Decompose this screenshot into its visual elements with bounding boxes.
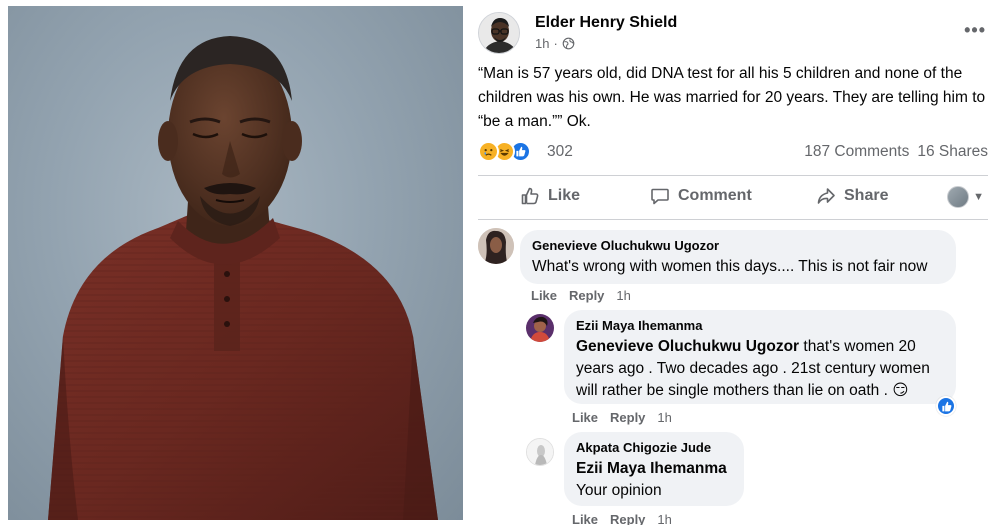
thumbs-up-icon [941, 401, 951, 411]
author-avatar[interactable] [478, 12, 520, 54]
comment-reply: Ezii Maya Ihemanma Genevieve Oluchukwu U… [478, 310, 988, 430]
post-time[interactable]: 1h [535, 36, 549, 51]
comment-time[interactable]: 1h [616, 288, 630, 303]
commenter-avatar[interactable] [478, 228, 514, 264]
comment-bubble: Ezii Maya Ihemanma Genevieve Oluchukwu U… [564, 310, 956, 404]
comment-text: Genevieve Oluchukwu Ugozor that's women … [576, 336, 944, 402]
chevron-down-icon: ▼ [973, 191, 984, 203]
more-icon[interactable]: ••• [964, 20, 986, 41]
commenter-avatar[interactable] [526, 314, 554, 342]
comment-actions: Like Reply 1h [572, 410, 672, 425]
comment-button[interactable]: Comment [650, 186, 752, 206]
share-icon [817, 188, 835, 204]
comment-like-link[interactable]: Like [572, 512, 598, 525]
commenter-avatar[interactable] [526, 438, 554, 466]
reactions-bar: 302 187 Comments 16 Shares [478, 140, 988, 166]
author-name[interactable]: Elder Henry Shield [535, 14, 677, 32]
viewer-avatar [947, 186, 970, 208]
post-text: “Man is 57 years old, did DNA test for a… [478, 65, 986, 130]
divider [478, 175, 988, 176]
share-button[interactable]: Share [816, 186, 888, 206]
tagged-user[interactable]: Ezii Maya Ihemanma [576, 458, 732, 480]
engagement-counts: 187 Comments 16 Shares [804, 143, 988, 161]
divider [478, 219, 988, 220]
comment-reply-link[interactable]: Reply [569, 288, 604, 303]
comment-like-link[interactable]: Like [531, 288, 557, 303]
comments-count[interactable]: 187 Comments [804, 143, 909, 161]
tagged-user[interactable]: Genevieve Oluchukwu Ugozor [576, 338, 799, 355]
like-label: Like [548, 187, 581, 204]
facebook-post: Elder Henry Shield 1h · ••• “Man is 57 y… [472, 0, 994, 525]
like-button[interactable]: Like [520, 186, 580, 206]
comment-time[interactable]: 1h [657, 410, 671, 425]
comment-label: Comment [678, 187, 752, 204]
comment: Genevieve Oluchukwu Ugozor What's wrong … [478, 228, 988, 308]
post-header: Elder Henry Shield 1h · ••• [478, 12, 988, 56]
commenter-name[interactable]: Ezii Maya Ihemanma [576, 318, 944, 333]
comment-bubble: Akpata Chigozie Jude Ezii Maya Ihemanma … [564, 432, 744, 506]
comment-like-link[interactable]: Like [572, 410, 598, 425]
commenter-name[interactable]: Akpata Chigozie Jude [576, 440, 732, 455]
comment-actions: Like Reply 1h [572, 512, 672, 525]
comment-reply-link[interactable]: Reply [610, 512, 645, 525]
comment-like-badge[interactable] [936, 396, 956, 416]
like-icon [521, 187, 539, 205]
commenter-name[interactable]: Genevieve Oluchukwu Ugozor [532, 238, 944, 253]
post-meta: 1h · [535, 36, 575, 51]
reaction-icons[interactable] [478, 141, 531, 162]
reaction-count[interactable]: 302 [547, 143, 573, 161]
globe-icon[interactable] [562, 37, 575, 50]
comment-reply-link[interactable]: Reply [610, 410, 645, 425]
comment-actions: Like Reply 1h [531, 288, 631, 303]
reaction-audience-selector[interactable]: ▼ [947, 186, 984, 208]
comment-text: What's wrong with women this days.... Th… [532, 258, 928, 275]
comment-text: Your opinion [576, 482, 662, 499]
comment-bubble: Genevieve Oluchukwu Ugozor What's wrong … [520, 230, 956, 284]
post-photo[interactable] [8, 6, 463, 520]
comment-icon [651, 188, 669, 205]
comment-reply: Akpata Chigozie Jude Ezii Maya Ihemanma … [478, 432, 988, 525]
shares-count[interactable]: 16 Shares [917, 143, 988, 161]
post-actions: Like Comment Share ▼ [478, 178, 988, 216]
sad-reaction-icon [478, 141, 499, 162]
share-label: Share [844, 187, 889, 204]
comment-time[interactable]: 1h [657, 512, 671, 525]
man-photo-illustration [48, 36, 438, 520]
